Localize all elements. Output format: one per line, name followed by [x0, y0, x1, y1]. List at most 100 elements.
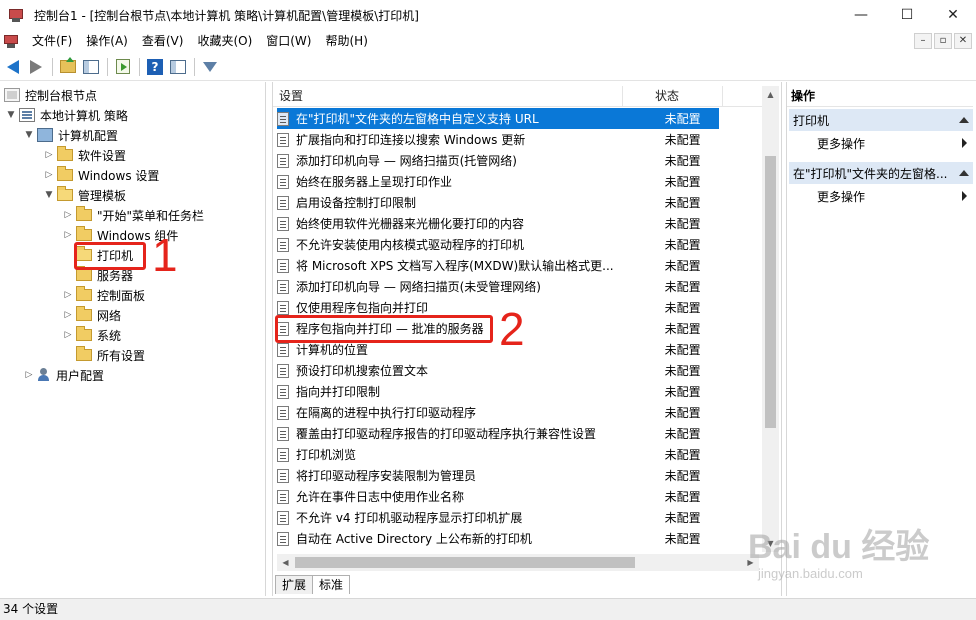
tree-item-control-panel[interactable]: ▷ 控制面板: [63, 285, 145, 305]
chevron-right-icon[interactable]: ▷: [24, 370, 34, 380]
table-row[interactable]: 始终在服务器上呈现打印作业 未配置: [277, 171, 719, 192]
menu-help[interactable]: 帮助(H): [318, 30, 374, 52]
setting-state: 未配置: [664, 301, 701, 315]
collapse-icon[interactable]: [959, 170, 969, 176]
table-row[interactable]: 在隔离的进程中执行打印驱动程序 未配置: [277, 402, 719, 423]
close-button[interactable]: ✕: [930, 0, 976, 30]
results-pane[interactable]: 设置 状态 在"打印机"文件夹的左窗格中自定义支持 URL 未配置 扩展指向和打印连…: [272, 82, 782, 596]
table-row[interactable]: 不允许安装使用内核模式驱动程序的打印机 未配置: [277, 234, 719, 255]
scrollbar-thumb[interactable]: [765, 156, 776, 428]
chevron-right-icon[interactable]: ▷: [63, 290, 73, 300]
setting-state: 未配置: [664, 385, 701, 399]
column-header-state[interactable]: 状态: [623, 85, 723, 107]
menu-action[interactable]: 操作(A): [79, 30, 135, 52]
table-row[interactable]: 启用设备控制打印限制 未配置: [277, 192, 719, 213]
child-close-button[interactable]: ✕: [954, 33, 972, 49]
chevron-down-icon[interactable]: ▼: [24, 130, 34, 140]
policy-setting-icon: [277, 174, 289, 189]
table-row[interactable]: 扩展指向和打印连接以搜索 Windows 更新 未配置: [277, 129, 719, 150]
vertical-scrollbar[interactable]: ▲ ▼: [762, 86, 779, 552]
action-more-actions[interactable]: 更多操作: [817, 133, 973, 153]
menu-view[interactable]: 查看(V): [135, 30, 191, 52]
tree-item-windows-settings[interactable]: ▷ Windows 设置: [44, 165, 159, 185]
tab-extended[interactable]: 扩展: [275, 575, 314, 594]
table-row[interactable]: 允许在事件日志中使用作业名称 未配置: [277, 486, 719, 507]
tree-item-system[interactable]: ▷ 系统: [63, 325, 121, 345]
show-hide-action-pane-icon[interactable]: [167, 56, 189, 78]
forward-icon[interactable]: [25, 56, 47, 78]
menu-favorites[interactable]: 收藏夹(O): [190, 30, 259, 52]
tab-standard[interactable]: 标准: [312, 575, 351, 594]
table-row[interactable]: 自动在 Active Directory 上公布新的打印机 未配置: [277, 528, 719, 549]
export-list-icon[interactable]: [112, 56, 134, 78]
filter-icon[interactable]: [199, 56, 221, 78]
action-group-selected-setting[interactable]: 在"打印机"文件夹的左窗格...: [789, 162, 973, 184]
scroll-left-icon[interactable]: ◀: [277, 554, 294, 571]
scrollbar-thumb[interactable]: [295, 557, 635, 568]
tree-item-software-settings[interactable]: ▷ 软件设置: [44, 145, 126, 165]
table-row[interactable]: 指向并打印限制 未配置: [277, 381, 719, 402]
chevron-right-icon[interactable]: ▷: [63, 230, 73, 240]
tree-item-network[interactable]: ▷ 网络: [63, 305, 121, 325]
tree-item-console-root[interactable]: 控制台根节点: [4, 85, 97, 105]
user-icon: [37, 368, 51, 382]
chevron-right-icon[interactable]: ▷: [44, 150, 54, 160]
table-row[interactable]: 覆盖由打印驱动程序报告的打印驱动程序执行兼容性设置 未配置: [277, 423, 719, 444]
tree-item-user-config[interactable]: ▷ 用户配置: [24, 365, 104, 385]
chevron-right-icon[interactable]: ▷: [63, 210, 73, 220]
table-row[interactable]: 不允许 v4 打印机驱动程序显示打印机扩展 未配置: [277, 507, 719, 528]
setting-state: 未配置: [664, 154, 701, 168]
table-row[interactable]: 打印机浏览 未配置: [277, 444, 719, 465]
maximize-button[interactable]: ☐: [884, 0, 930, 30]
table-row[interactable]: 始终使用软件光栅器来光栅化要打印的内容 未配置: [277, 213, 719, 234]
policy-setting-icon: [277, 111, 289, 126]
policy-setting-icon: [277, 468, 289, 483]
action-group-printers[interactable]: 打印机: [789, 109, 973, 131]
setting-name: 计算机的位置: [296, 343, 369, 357]
setting-name: 始终使用软件光栅器来光栅化要打印的内容: [296, 217, 525, 231]
chevron-right-icon[interactable]: ▷: [44, 170, 54, 180]
setting-name: 仅使用程序包指向并打印: [296, 301, 429, 315]
back-icon[interactable]: [2, 56, 24, 78]
action-more-actions[interactable]: 更多操作: [817, 186, 973, 206]
table-row[interactable]: 将 Microsoft XPS 文档写入程序(MXDW)默认输出格式更... 未配…: [277, 255, 719, 276]
policy-setting-icon: [277, 489, 289, 504]
minimize-button[interactable]: —: [838, 0, 884, 30]
help-icon[interactable]: ?: [144, 56, 166, 78]
menu-file[interactable]: 文件(F): [25, 30, 79, 52]
tree-item-computer-config[interactable]: ▼ 计算机配置: [24, 125, 118, 145]
child-minimize-button[interactable]: –: [914, 33, 932, 49]
table-row[interactable]: 预设打印机搜索位置文本 未配置: [277, 360, 719, 381]
setting-name: 在隔离的进程中执行打印驱动程序: [296, 406, 477, 420]
tree-item-all-settings[interactable]: 所有设置: [63, 345, 145, 365]
horizontal-scrollbar[interactable]: ◀ ▶: [277, 554, 759, 571]
chevron-down-icon[interactable]: ▼: [6, 110, 16, 120]
scroll-up-icon[interactable]: ▲: [762, 86, 779, 103]
chevron-right-icon[interactable]: ▷: [63, 330, 73, 340]
table-row[interactable]: 添加打印机向导 — 网络扫描页(托管网络) 未配置: [277, 150, 719, 171]
baidu-watermark: Bai du 经验 jingyan.baidu.com: [748, 528, 970, 594]
tree-item-admin-templates[interactable]: ▼ 管理模板: [44, 185, 126, 205]
mmc-app-icon[interactable]: [8, 7, 24, 23]
up-folder-icon[interactable]: [57, 56, 79, 78]
chevron-right-icon[interactable]: ▷: [63, 310, 73, 320]
toolbar-separator: [139, 57, 140, 76]
chevron-down-icon[interactable]: ▼: [44, 190, 54, 200]
tree-item-local-computer-policy[interactable]: ▼ 本地计算机 策略: [6, 105, 128, 125]
show-hide-tree-icon[interactable]: [80, 56, 102, 78]
child-restore-button[interactable]: ▫: [934, 33, 952, 49]
column-header-setting[interactable]: 设置: [273, 85, 623, 107]
table-row[interactable]: 添加打印机向导 — 网络扫描页(未受管理网络) 未配置: [277, 276, 719, 297]
table-row[interactable]: 在"打印机"文件夹的左窗格中自定义支持 URL 未配置: [277, 108, 719, 129]
console-tree-pane[interactable]: 控制台根节点 ▼ 本地计算机 策略 ▼ 计算机配置 ▷ 软件设置 ▷ Windo…: [0, 82, 266, 596]
setting-name: 添加打印机向导 — 网络扫描页(托管网络): [296, 154, 517, 168]
actions-pane: 操作 打印机 更多操作 在"打印机"文件夹的左窗格... 更多操作: [786, 82, 976, 596]
table-row[interactable]: 将打印驱动程序安装限制为管理员 未配置: [277, 465, 719, 486]
folder-icon: [76, 306, 92, 321]
setting-state: 未配置: [664, 406, 701, 420]
menu-window[interactable]: 窗口(W): [259, 30, 318, 52]
tree-item-start-menu-taskbar[interactable]: ▷ "开始"菜单和任务栏: [63, 205, 204, 225]
console-menu-icon[interactable]: [3, 33, 21, 49]
collapse-icon[interactable]: [959, 117, 969, 123]
console-root-icon: [4, 88, 20, 102]
